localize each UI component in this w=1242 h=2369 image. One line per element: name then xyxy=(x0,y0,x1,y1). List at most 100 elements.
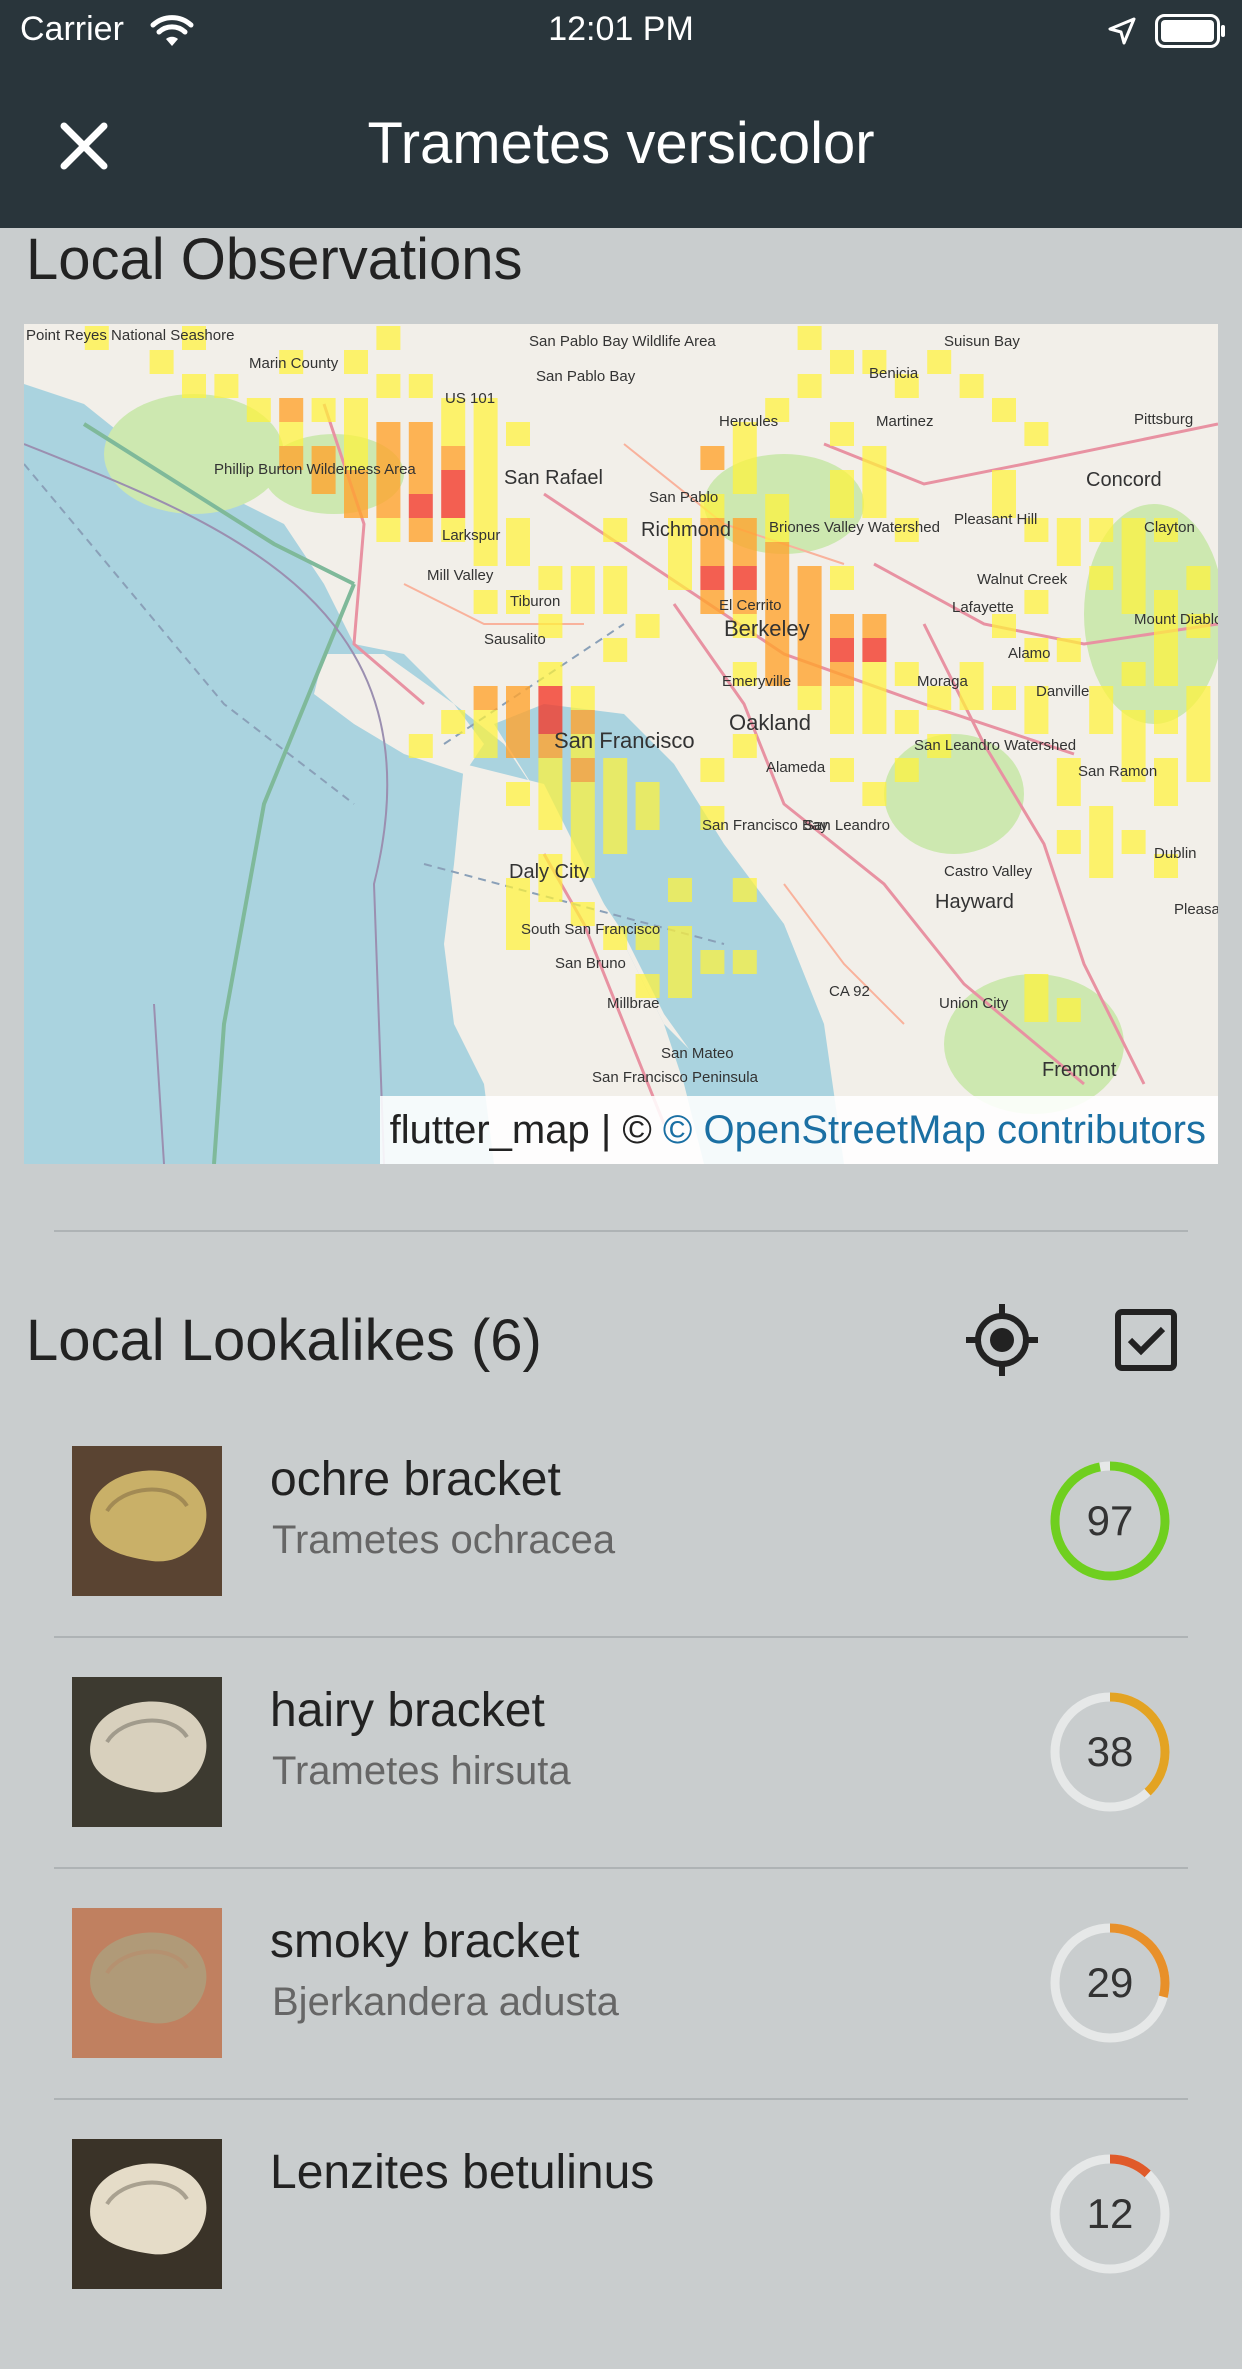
map-place-label: San Mateo xyxy=(661,1045,734,1062)
list-item[interactable]: Lenzites betulinus 12 xyxy=(0,2139,1242,2369)
heatmap-cell xyxy=(1089,518,1114,542)
heatmap-cell xyxy=(1089,566,1114,590)
map-place-label: Lafayette xyxy=(952,599,1014,616)
heatmap-cell xyxy=(668,950,692,974)
heatmap-cell xyxy=(894,758,919,782)
heatmap-cell xyxy=(1121,542,1146,566)
heatmap-cell xyxy=(376,374,401,398)
heatmap-cell xyxy=(538,662,563,686)
map-place-label: San Francisco xyxy=(554,728,695,753)
map-place-label: Marin County xyxy=(249,355,339,372)
section-divider xyxy=(54,1230,1188,1232)
map-place-label: Mount Diablo State Park xyxy=(1134,611,1218,628)
heatmap-cell xyxy=(732,542,757,566)
map-place-label: Berkeley xyxy=(724,616,810,641)
heatmap-cell xyxy=(279,398,304,422)
heatmap-cell xyxy=(797,566,822,590)
heatmap-cell xyxy=(506,734,530,758)
species-common-name: Lenzites betulinus xyxy=(270,2146,655,2199)
map-place-label: Larkspur xyxy=(442,527,500,544)
heatmap-cell xyxy=(668,878,692,902)
map-place-label: US 101 xyxy=(445,390,495,407)
heatmap-cell xyxy=(1056,830,1081,854)
osm-attribution-link[interactable]: © OpenStreetMap contributors xyxy=(663,1108,1206,1152)
gps-target-icon[interactable] xyxy=(962,1300,1042,1380)
observations-map[interactable]: Point Reyes National Seashore Marin Count… xyxy=(24,324,1218,1164)
heatmap-cell xyxy=(700,542,725,566)
map-place-label: Pleasant Hill xyxy=(954,511,1037,528)
heatmap-cell xyxy=(830,566,854,590)
heatmap-cell xyxy=(1056,782,1081,806)
heatmap-cell xyxy=(862,710,887,734)
heatmap-cell xyxy=(473,686,498,710)
map-place-label: San Pablo Bay Wildlife Area xyxy=(529,333,716,350)
species-photo xyxy=(72,1908,222,2058)
heatmap-cell xyxy=(862,638,887,662)
heatmap-cell xyxy=(473,494,498,518)
heatmap-cell xyxy=(732,470,757,494)
heatmap-cell xyxy=(603,518,628,542)
heatmap-cell xyxy=(408,494,433,518)
heatmap-cell xyxy=(1056,518,1081,542)
map-place-label: Briones Valley Watershed xyxy=(769,519,940,536)
heatmap-cell xyxy=(506,422,530,446)
heatmap-cell xyxy=(765,638,790,662)
map-place-label: Concord xyxy=(1086,469,1162,491)
map-place-label: Alameda xyxy=(766,759,826,776)
heatmap-cell xyxy=(376,326,401,350)
map-place-label: Union City xyxy=(939,995,1009,1012)
map-place-label: San Leandro Watershed xyxy=(914,737,1076,754)
list-item[interactable]: smoky bracket Bjerkandera adusta 29 xyxy=(0,1908,1242,2138)
list-item[interactable]: ochre bracket Trametes ochracea 97 xyxy=(0,1446,1242,1676)
checkbox-icon[interactable] xyxy=(1106,1300,1186,1380)
map-place-label: Point Reyes National Seashore xyxy=(26,327,234,344)
map-place-label: San Leandro xyxy=(804,817,890,834)
list-item[interactable]: hairy bracket Trametes hirsuta 38 xyxy=(0,1677,1242,1907)
heatmap-cell xyxy=(1186,734,1211,758)
heatmap-cell xyxy=(700,950,725,974)
heatmap-cell xyxy=(732,950,757,974)
heatmap-cell xyxy=(1186,566,1211,590)
heatmap-cell xyxy=(1056,542,1081,566)
heatmap-cell xyxy=(732,734,757,758)
heatmap-cell xyxy=(732,566,757,590)
heatmap-cell xyxy=(1154,662,1178,686)
heatmap-cell xyxy=(344,398,368,422)
heatmap-cell xyxy=(1186,758,1211,782)
species-photo xyxy=(72,2139,222,2289)
map-place-label: Pleasanton xyxy=(1174,901,1218,918)
map-place-label: San Pablo xyxy=(649,489,718,506)
heatmap-cell xyxy=(1024,974,1049,998)
heatmap-cell xyxy=(1056,998,1081,1022)
heatmap-cell xyxy=(1154,638,1178,662)
map-place-label: Phillip Burton Wilderness Area xyxy=(214,461,416,478)
heatmap-cell xyxy=(765,542,790,566)
page-title: Trametes versicolor xyxy=(367,111,875,176)
heatmap-cell xyxy=(570,686,595,710)
heatmap-cell xyxy=(765,494,790,518)
heatmap-cell xyxy=(570,758,595,782)
list-divider xyxy=(54,1636,1188,1638)
heatmap-cell xyxy=(376,422,401,446)
heatmap-cell xyxy=(830,470,854,494)
heatmap-cell xyxy=(668,926,692,950)
map-place-label: San Francisco Peninsula xyxy=(592,1069,759,1086)
heatmap-cell xyxy=(1024,422,1049,446)
map-place-label: Fremont xyxy=(1042,1059,1117,1081)
heatmap-cell xyxy=(473,710,498,734)
list-divider xyxy=(54,2098,1188,2100)
heatmap-cell xyxy=(570,566,595,590)
species-scientific-name: Trametes hirsuta xyxy=(272,1749,571,1793)
heatmap-cell xyxy=(830,614,854,638)
species-common-name: ochre bracket xyxy=(270,1453,561,1506)
heatmap-cell xyxy=(732,518,757,542)
heatmap-cell xyxy=(1024,710,1049,734)
heatmap-cell xyxy=(862,446,887,470)
similarity-score-ring: 12 xyxy=(1046,2150,1174,2278)
clock: 12:01 PM xyxy=(548,10,694,48)
heatmap-cell xyxy=(538,566,563,590)
heatmap-cell xyxy=(506,782,530,806)
map-place-label: Pittsburg xyxy=(1134,411,1193,428)
heatmap-cell xyxy=(473,590,498,614)
lookalikes-heading: Local Lookalikes (6) xyxy=(26,1308,542,1373)
